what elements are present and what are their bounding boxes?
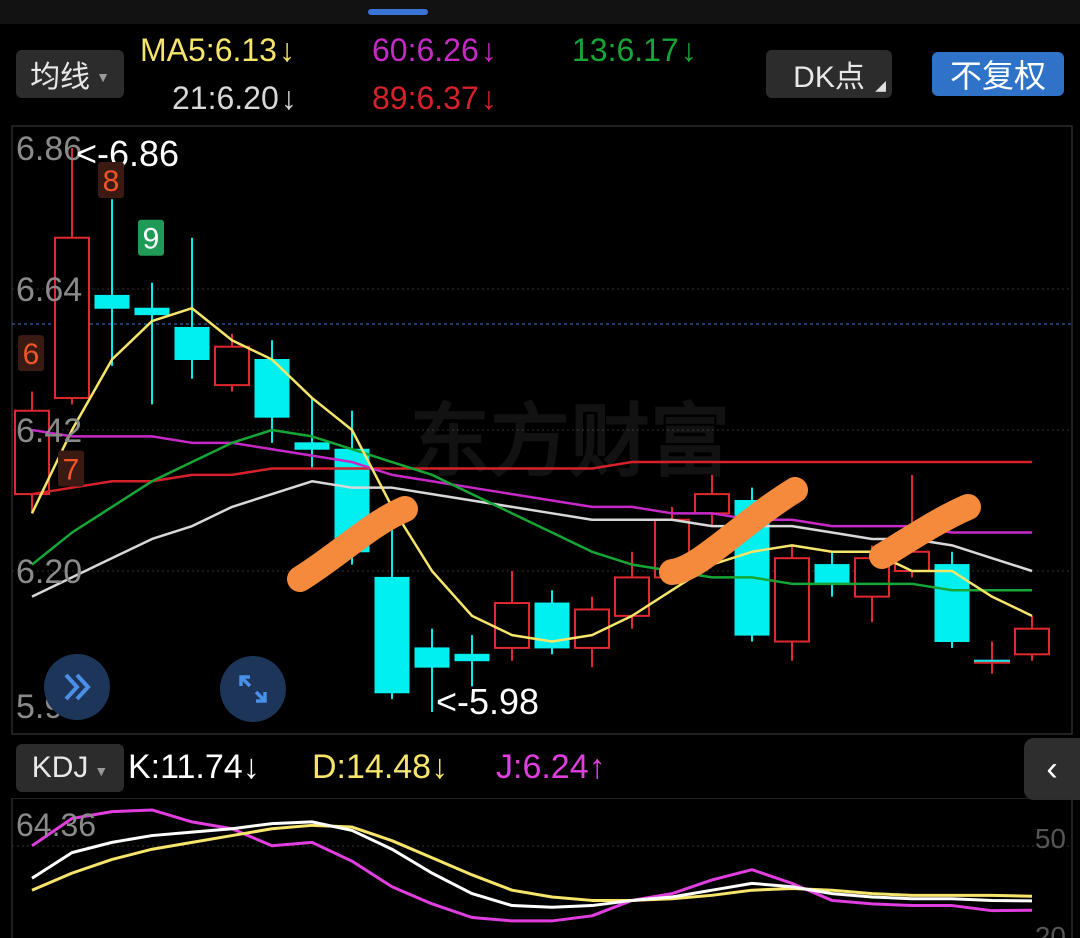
- candle[interactable]: [934, 551, 970, 648]
- candle-body-up: [54, 236, 90, 399]
- ma89-label: 89:6.37: [372, 80, 479, 116]
- candle-body-up: [1014, 627, 1050, 656]
- candle[interactable]: [774, 545, 810, 661]
- candle-body-up: [494, 602, 530, 649]
- candle[interactable]: [494, 571, 530, 661]
- ma60-indicator: 60:6.26↓: [372, 32, 497, 69]
- j-value: J:6.24: [496, 748, 589, 786]
- ma5-indicator: MA5:6.13↓: [140, 32, 295, 69]
- arrow-down-icon: ↓: [280, 80, 297, 116]
- no-adjust-label: 不复权: [949, 58, 1046, 94]
- candlestick-chart[interactable]: 东方财富 6.866.646.426.205.98<-6.86<-5.98896…: [0, 124, 1080, 736]
- ma13-indicator: 13:6.17↓: [572, 32, 697, 69]
- signal-badge: 7: [63, 453, 80, 486]
- ma5-label: MA5:6.13: [140, 32, 277, 68]
- candle-body-down: [294, 442, 330, 450]
- price-axis-label: 6.20: [16, 553, 82, 591]
- ma21-label: 21:6.20: [172, 80, 279, 116]
- signal-badge: 9: [143, 223, 160, 256]
- j-indicator: J:6.24↑: [496, 748, 606, 787]
- ma-type-label: 均线: [30, 61, 91, 94]
- candle-body-up: [774, 557, 810, 643]
- k-value: K:11.74: [128, 748, 243, 786]
- price-axis-label: 6.42: [16, 412, 82, 450]
- ma-type-dropdown[interactable]: 均线 ▼: [16, 50, 124, 98]
- candle[interactable]: [214, 333, 250, 392]
- arrow-down-icon: ↓: [278, 32, 295, 68]
- arrow-up-icon: ↑: [588, 748, 606, 786]
- price-axis-label: 6.64: [16, 271, 82, 309]
- candle-body-down: [254, 359, 290, 418]
- ma89-indicator: 89:6.37↓: [372, 80, 497, 117]
- arrow-down-icon: ↓: [480, 32, 497, 68]
- candle[interactable]: [14, 391, 50, 514]
- candle-body-down: [414, 647, 450, 668]
- signal-badge: 6: [23, 338, 40, 371]
- arrow-down-icon: ↓: [242, 748, 260, 786]
- collapse-panel-button[interactable]: ‹: [1024, 738, 1080, 800]
- ma13-label: 13:6.17: [572, 32, 679, 68]
- price-axis-label: 6.86: [16, 130, 82, 168]
- arrow-down-icon: ↓: [480, 80, 497, 116]
- chevron-down-icon: ▼: [96, 69, 110, 85]
- expand-arrows-icon: [239, 675, 267, 703]
- candle[interactable]: [374, 526, 410, 700]
- double-chevron-right-icon: [64, 673, 91, 701]
- j-line: [31, 808, 1033, 923]
- ma21-indicator: 21:6.20↓: [172, 80, 297, 117]
- page-forward-button[interactable]: [44, 654, 110, 720]
- candle[interactable]: [1014, 615, 1050, 661]
- corner-triangle-icon: ◢: [875, 77, 886, 93]
- kdj-axis-20-label: 20: [1035, 921, 1066, 938]
- kdj-axis-50-label: 50: [1035, 823, 1066, 854]
- d-value: D:14.48: [312, 748, 432, 786]
- candle-body-down: [814, 564, 850, 585]
- candle-body-down: [134, 307, 170, 316]
- signal-badge: 8: [103, 165, 120, 198]
- k-indicator: K:11.74↓: [128, 748, 260, 787]
- drag-handle[interactable]: [368, 9, 428, 15]
- chevron-down-icon: ▼: [94, 763, 109, 779]
- d-line: [31, 823, 1033, 902]
- arrow-down-icon: ↓: [680, 32, 697, 68]
- candle[interactable]: [574, 596, 610, 668]
- dk-point-button[interactable]: DK点 ◢: [766, 50, 892, 98]
- kdj-chart[interactable]: 64.36 50 20: [0, 798, 1080, 938]
- candle[interactable]: [94, 199, 130, 366]
- candle[interactable]: [454, 635, 490, 687]
- chevron-left-icon: ‹: [1046, 749, 1058, 788]
- watermark: 东方财富: [410, 397, 730, 486]
- candle-body-up: [614, 576, 650, 617]
- candle[interactable]: [134, 282, 170, 405]
- candle[interactable]: [254, 340, 290, 443]
- indicator-label: KDJ: [31, 751, 89, 784]
- ma60-label: 60:6.26: [372, 32, 479, 68]
- kdj-axis-top-label: 64.36: [16, 807, 96, 843]
- candle-body-up: [694, 493, 730, 515]
- d-indicator: D:14.48↓: [312, 748, 448, 787]
- status-strip: [0, 0, 1080, 24]
- candle-body-down: [934, 564, 970, 642]
- candle[interactable]: [974, 641, 1010, 674]
- candle-body-down: [454, 653, 490, 662]
- fullscreen-button[interactable]: [220, 656, 286, 722]
- candle[interactable]: [814, 551, 850, 597]
- candle-body-down: [374, 576, 410, 694]
- candle-body-down: [94, 294, 130, 309]
- no-adjust-button[interactable]: 不复权: [932, 52, 1064, 96]
- candle-body-down: [174, 326, 210, 360]
- low-price-marker: <-5.98: [436, 681, 539, 722]
- candle[interactable]: [534, 590, 570, 655]
- high-price-marker: <-6.86: [76, 133, 179, 174]
- arrow-down-icon: ↓: [431, 748, 449, 786]
- candle-body-up: [214, 345, 250, 387]
- dk-point-label: DK点: [793, 61, 865, 94]
- indicator-dropdown[interactable]: KDJ ▼: [16, 744, 124, 792]
